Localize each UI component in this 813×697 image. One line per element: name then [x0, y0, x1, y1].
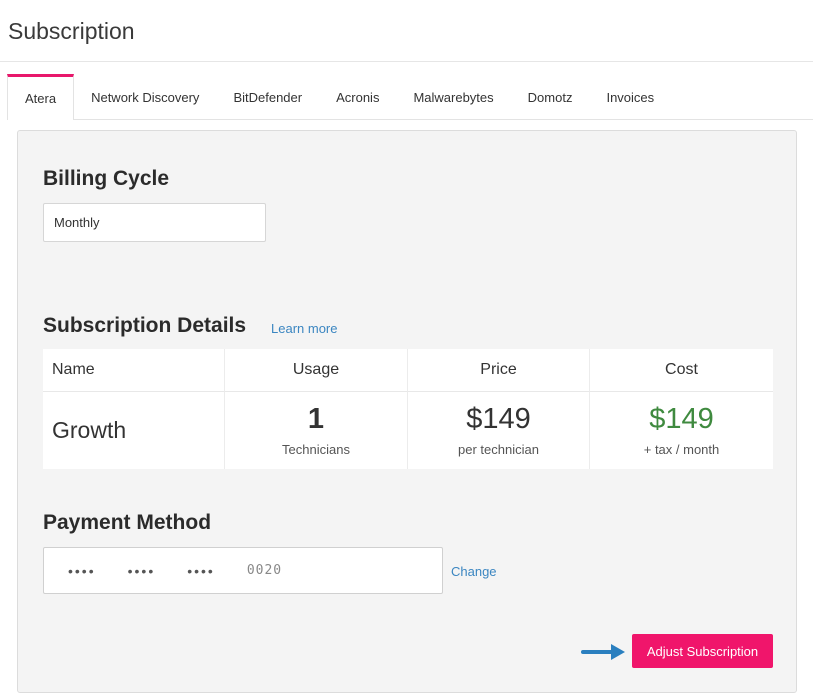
tab-network-discovery[interactable]: Network Discovery: [74, 75, 216, 120]
column-header-cost: Cost: [590, 349, 773, 392]
column-header-name: Name: [43, 349, 225, 392]
price-value: $149: [466, 403, 531, 436]
column-header-price: Price: [408, 349, 590, 392]
usage-cell: 1 Technicians: [225, 392, 408, 469]
billing-cycle-select[interactable]: Monthly: [43, 203, 266, 242]
tab-domotz[interactable]: Domotz: [511, 75, 590, 120]
card-last-digits: 0020: [246, 563, 283, 578]
arrow-right-icon: [581, 644, 625, 660]
tab-bar: Atera Network Discovery BitDefender Acro…: [7, 74, 813, 120]
cost-value: $149: [649, 403, 714, 436]
payment-method-heading: Payment Method: [43, 511, 212, 534]
price-cell: $149 per technician: [408, 392, 590, 469]
card-mask-group: ••••: [68, 562, 96, 579]
change-payment-link[interactable]: Change: [451, 564, 497, 579]
card-number-field[interactable]: •••• •••• •••• 0020: [43, 547, 443, 594]
usage-value: 1: [307, 403, 325, 436]
subscription-details-heading: Subscription Details: [43, 314, 247, 337]
cost-label: + tax / month: [643, 441, 720, 457]
price-label: per technician: [458, 441, 539, 457]
plan-name: Growth: [43, 392, 225, 469]
subscription-details-table: Name Usage Price Cost Growth 1 Technicia…: [43, 349, 773, 469]
tab-bitdefender[interactable]: BitDefender: [216, 75, 319, 120]
card-mask-group: ••••: [127, 562, 156, 579]
column-header-usage: Usage: [225, 349, 408, 392]
tab-invoices[interactable]: Invoices: [589, 75, 671, 120]
card-mask-group: ••••: [187, 562, 215, 579]
usage-label: Technicians: [282, 441, 350, 457]
billing-cycle-heading: Billing Cycle: [43, 167, 170, 190]
tab-atera[interactable]: Atera: [7, 74, 75, 120]
cost-cell: $149 + tax / month: [590, 392, 773, 469]
title-divider: [0, 61, 813, 62]
subscription-panel: Billing Cycle Monthly Subscription Detai…: [17, 130, 797, 693]
adjust-subscription-button[interactable]: Adjust Subscription: [632, 634, 773, 668]
page-title: Subscription: [8, 18, 135, 44]
tab-malwarebytes[interactable]: Malwarebytes: [396, 75, 510, 120]
learn-more-link[interactable]: Learn more: [271, 321, 337, 336]
tab-acronis[interactable]: Acronis: [319, 75, 396, 120]
